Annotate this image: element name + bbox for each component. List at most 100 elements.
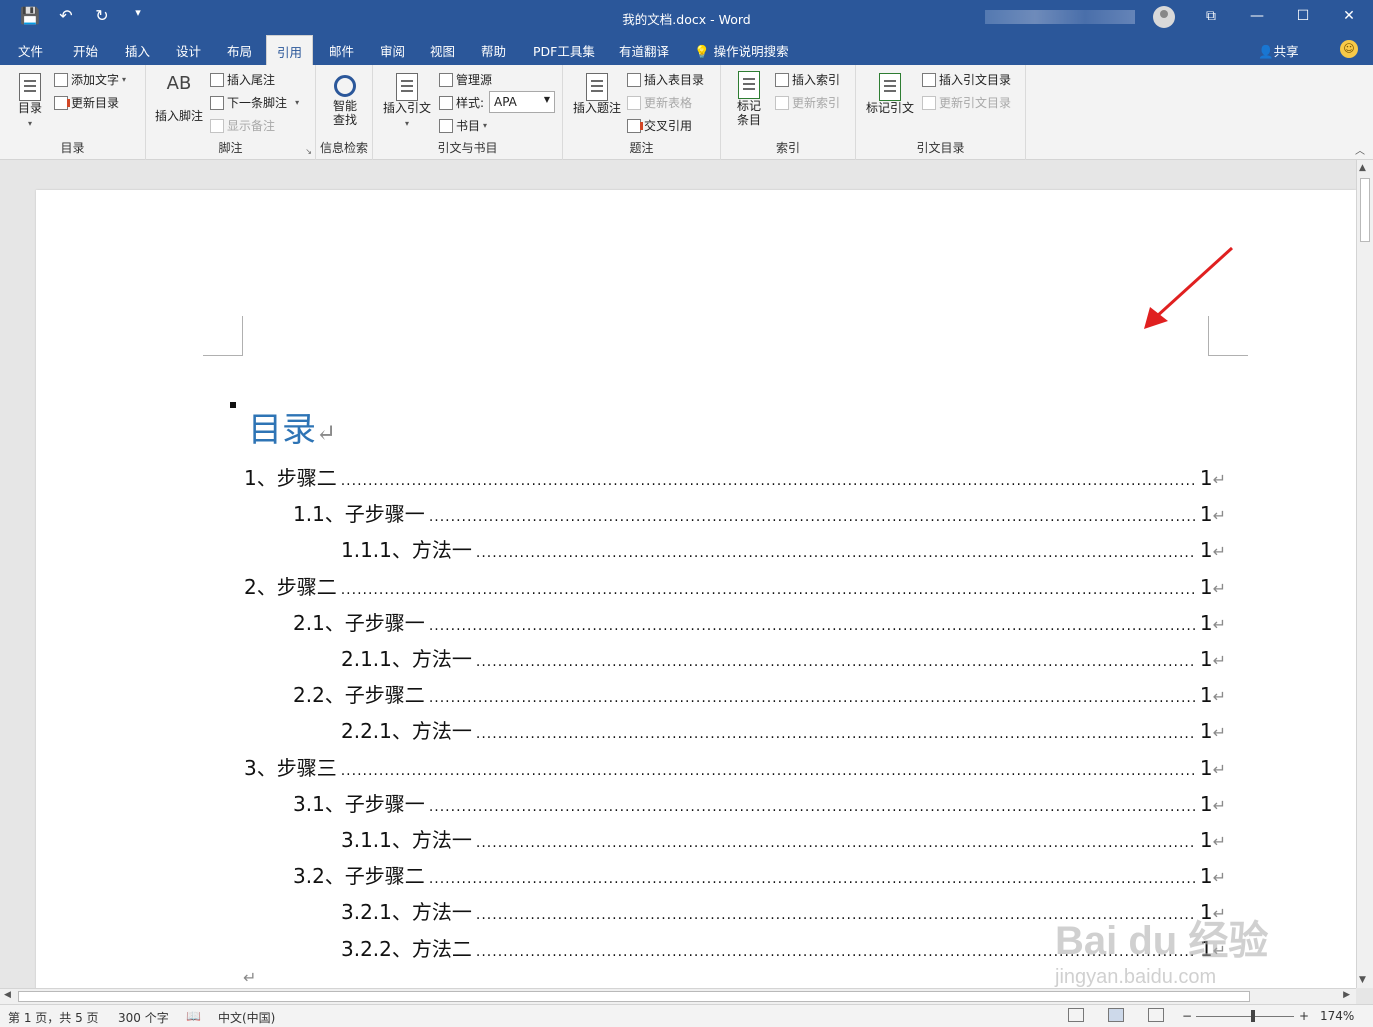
- page-count[interactable]: 第 1 页，共 5 页: [8, 1009, 99, 1026]
- insert-footnote-button[interactable]: AB 插入脚注: [154, 75, 204, 124]
- manage-sources-button[interactable]: 管理源: [439, 71, 492, 88]
- update-toc-button[interactable]: 更新目录: [54, 94, 119, 111]
- insert-citation-button[interactable]: 插入引文 ▾: [381, 73, 433, 131]
- toc-entry[interactable]: 3.1.1、方法一 1↵: [341, 824, 1226, 852]
- insert-caption-button[interactable]: 插入题注: [571, 73, 623, 115]
- document-area[interactable]: 目录↵ 1、步骤二1↵ 1.1、子步骤一1↵ 1.1.1、方法一1↵ 2、步骤二1↵ 2…: [0, 160, 1356, 988]
- ribbon-display-options-button[interactable]: ⧉: [1201, 8, 1221, 24]
- read-mode-icon[interactable]: [1068, 1008, 1084, 1022]
- zoom-level[interactable]: 174%: [1320, 1009, 1354, 1023]
- toc-entry[interactable]: 2.2、子步骤二 1↵: [293, 679, 1226, 707]
- toc-entry[interactable]: 1.1、子步骤一 1↵: [293, 498, 1226, 526]
- proofing-icon[interactable]: 📖: [186, 1009, 201, 1023]
- toc-leader-dots: [476, 545, 1196, 561]
- print-layout-icon[interactable]: [1108, 1008, 1124, 1022]
- add-text-button[interactable]: 添加文字 ▾: [54, 71, 126, 88]
- toc-leader-dots: [429, 509, 1196, 525]
- update-index-button[interactable]: 更新索引: [775, 94, 840, 111]
- bibliography-button[interactable]: 书目 ▾: [439, 117, 487, 134]
- research-group-label: 信息检索: [319, 141, 368, 155]
- next-footnote-button[interactable]: 下一条脚注 ▾: [210, 94, 299, 111]
- scroll-left-icon[interactable]: ◀: [4, 990, 11, 1000]
- account-name-blurred[interactable]: [985, 10, 1135, 24]
- share-button[interactable]: 👤共享: [1258, 41, 1299, 60]
- toc-entry[interactable]: 2.1.1、方法一 1↵: [341, 643, 1226, 671]
- tell-me-search[interactable]: 💡 操作说明搜索: [694, 41, 789, 60]
- toc-entry[interactable]: 3、步骤三 1↵: [244, 752, 1226, 780]
- update-table-button[interactable]: 更新表格: [627, 94, 692, 111]
- toc-entry[interactable]: 2.2.1、方法一 1↵: [341, 715, 1226, 743]
- insert-table-of-figures-button[interactable]: 插入表目录: [627, 71, 704, 88]
- insert-index-button[interactable]: 插入索引: [775, 71, 840, 88]
- web-layout-icon[interactable]: [1148, 1008, 1164, 1022]
- toc-leader-dots: [341, 582, 1196, 598]
- dialog-launcher-icon[interactable]: ↘: [305, 147, 312, 156]
- toc-heading[interactable]: 目录↵: [248, 402, 336, 451]
- vertical-scrollbar[interactable]: ▲ ▼: [1356, 160, 1373, 988]
- tab-view[interactable]: 视图: [430, 41, 455, 60]
- toc-entry[interactable]: 1、步骤二 1↵: [244, 462, 1226, 490]
- vertical-scroll-thumb[interactable]: [1360, 178, 1370, 242]
- toc-entry[interactable]: 2、步骤二 1↵: [244, 571, 1226, 599]
- add-text-icon: [54, 72, 68, 87]
- tab-mailings[interactable]: 邮件: [329, 41, 354, 60]
- update-index-label: 更新索引: [792, 96, 841, 110]
- scroll-up-icon[interactable]: ▲: [1359, 163, 1366, 173]
- mark-entry-button[interactable]: 标记条目: [729, 71, 769, 127]
- scroll-down-icon[interactable]: ▼: [1359, 975, 1366, 985]
- zoom-slider-thumb[interactable]: [1251, 1010, 1255, 1022]
- horizontal-scrollbar[interactable]: ◀ ▶: [0, 988, 1356, 1004]
- tab-references[interactable]: 引用: [266, 35, 314, 65]
- research-group: 智能查找 信息检索: [316, 65, 373, 160]
- update-toc-icon: [54, 95, 70, 110]
- tab-review[interactable]: 审阅: [380, 41, 405, 60]
- scroll-right-icon[interactable]: ▶: [1343, 990, 1350, 1000]
- insert-toa-button[interactable]: 插入引文目录: [922, 71, 1011, 88]
- insert-toa-label: 插入引文目录: [939, 73, 1012, 87]
- close-button[interactable]: ✕: [1339, 8, 1359, 24]
- avatar[interactable]: [1153, 6, 1175, 28]
- tab-file[interactable]: 文件: [18, 41, 43, 60]
- footnote-group-label: 脚注: [218, 141, 243, 155]
- show-notes-button[interactable]: 显示备注: [210, 117, 275, 134]
- insert-endnote-button[interactable]: 插入尾注: [210, 71, 275, 88]
- toc-button[interactable]: 目录 ▾: [10, 73, 50, 131]
- toc-entry-page: 1: [1199, 719, 1213, 743]
- toc-entry[interactable]: 2.1、子步骤一 1↵: [293, 607, 1226, 635]
- zoom-slider[interactable]: [1196, 1016, 1294, 1017]
- toc-entry[interactable]: 3.2、子步骤二 1↵: [293, 860, 1226, 888]
- tab-home[interactable]: 开始: [73, 41, 98, 60]
- citation-group-label: 引文与书目: [437, 141, 498, 155]
- smart-lookup-button[interactable]: 智能查找: [324, 71, 366, 127]
- tab-design[interactable]: 设计: [176, 41, 201, 60]
- collapse-ribbon-icon[interactable]: ︿: [1355, 142, 1365, 157]
- update-toa-button[interactable]: 更新引文目录: [922, 94, 1011, 111]
- toc-entry-label: 1.1.1、方法一: [341, 538, 472, 562]
- baidu-watermark-url: jingyan.baidu.com: [1055, 966, 1217, 988]
- zoom-out-button[interactable]: −: [1182, 1009, 1192, 1023]
- citation-style-select[interactable]: APA ▼: [489, 91, 555, 113]
- manage-sources-icon: [439, 72, 453, 87]
- zoom-in-button[interactable]: +: [1299, 1009, 1309, 1023]
- cross-reference-button[interactable]: 交叉引用: [627, 117, 692, 134]
- horizontal-scroll-thumb[interactable]: [18, 991, 1250, 1002]
- authorities-group: 标记引文 插入引文目录 更新引文目录 引文目录: [856, 65, 1026, 160]
- tab-insert[interactable]: 插入: [125, 41, 150, 60]
- toc-entry[interactable]: 1.1.1、方法一 1↵: [341, 534, 1226, 562]
- feedback-smiley-icon[interactable]: ☺: [1340, 40, 1358, 58]
- word-count[interactable]: 300 个字: [118, 1009, 169, 1026]
- tab-layout[interactable]: 布局: [227, 41, 252, 60]
- table-of-figures-icon: [627, 72, 641, 87]
- toc-entry-label: 3.1、子步骤一: [293, 792, 425, 816]
- toc-entry-label: 2.2.1、方法一: [341, 719, 472, 743]
- tab-pdf-tools[interactable]: PDF工具集: [533, 41, 595, 60]
- minimize-button[interactable]: —: [1247, 8, 1267, 24]
- language-indicator[interactable]: 中文(中国): [218, 1009, 275, 1026]
- mark-citation-button[interactable]: 标记引文: [862, 73, 918, 115]
- toc-entry[interactable]: 3.1、子步骤一 1↵: [293, 788, 1226, 816]
- tab-youdao-translate[interactable]: 有道翻译: [619, 41, 669, 60]
- insert-citation-label: 插入引文: [382, 101, 431, 115]
- restore-button[interactable]: ☐: [1293, 8, 1313, 24]
- tab-help[interactable]: 帮助: [481, 41, 506, 60]
- toc-heading-text: 目录: [248, 410, 316, 450]
